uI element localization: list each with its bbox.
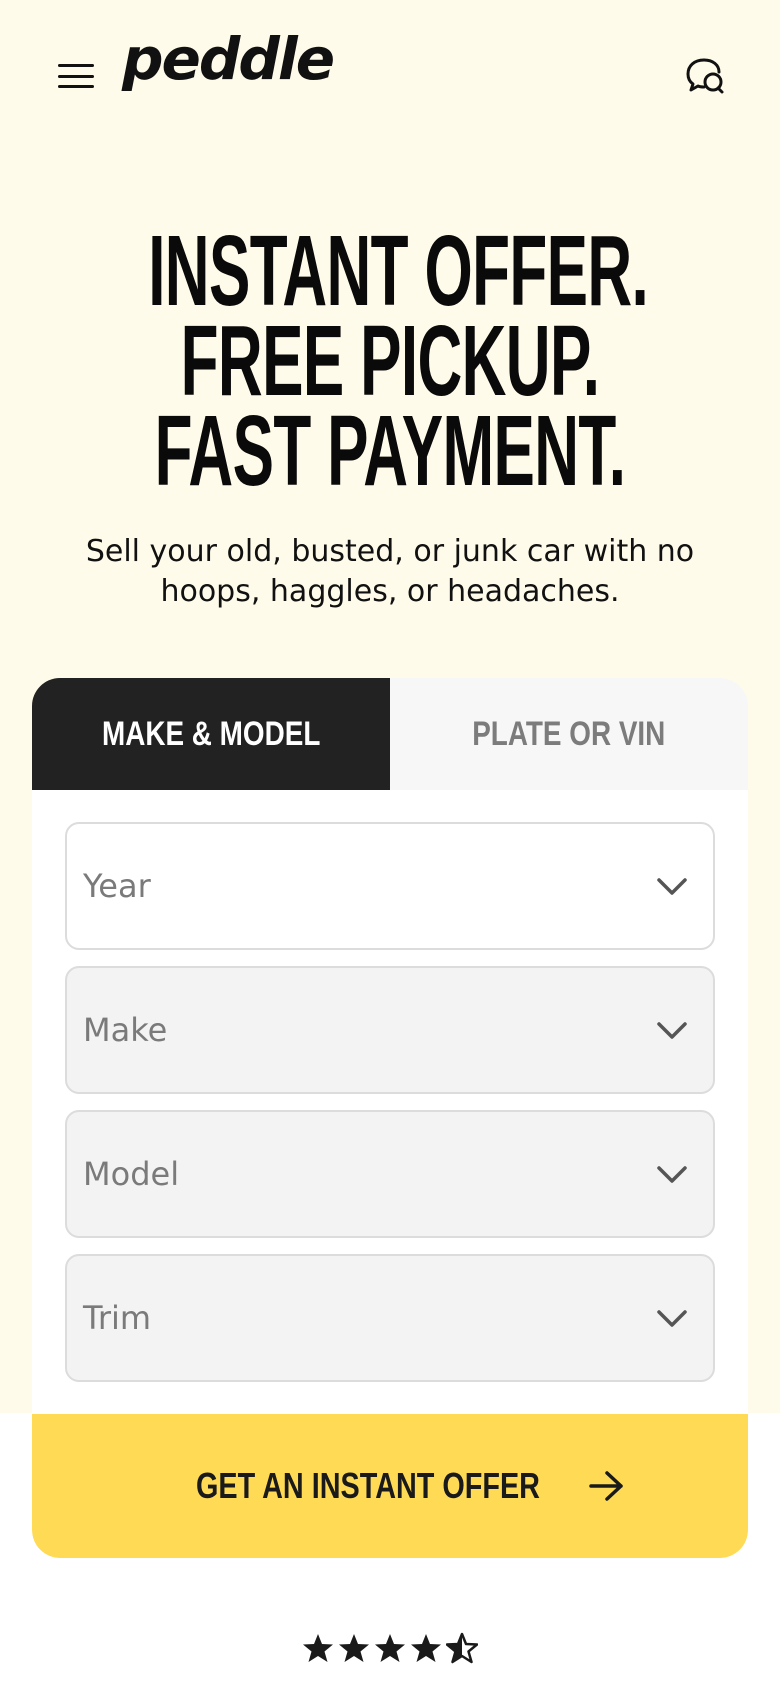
peddle-logo[interactable]: peddle [122, 30, 335, 88]
star-full-icon [411, 1634, 441, 1662]
rating-stars [302, 1632, 478, 1672]
make-select-placeholder: Make [83, 1011, 168, 1049]
tab-make-model[interactable]: MAKE & MODEL [32, 678, 390, 790]
chat-bubbles-icon[interactable] [684, 54, 728, 98]
star-full-icon [375, 1634, 405, 1662]
chevron-down-icon [657, 1022, 687, 1039]
headline-line-3: FAST PAYMENT. [154, 395, 626, 507]
star-half-icon [446, 1632, 478, 1664]
site-header: peddle [0, 0, 780, 150]
star-full-icon [339, 1634, 369, 1662]
get-instant-offer-button[interactable]: GET AN INSTANT OFFER [32, 1414, 748, 1558]
model-select[interactable]: Model [65, 1110, 715, 1238]
star-full-icon [303, 1634, 333, 1662]
tab-plate-vin-label: PLATE OR VIN [472, 714, 666, 753]
arrow-right-icon [589, 1471, 623, 1501]
year-select[interactable]: Year [65, 822, 715, 950]
model-select-placeholder: Model [83, 1155, 180, 1193]
trim-select-placeholder: Trim [83, 1299, 152, 1337]
hamburger-menu-icon[interactable] [56, 58, 96, 94]
chevron-down-icon [657, 1310, 687, 1327]
make-select[interactable]: Make [65, 966, 715, 1094]
vehicle-lookup-card: MAKE & MODEL PLATE OR VIN Year Make Mode… [32, 678, 748, 1558]
cta-label: GET AN INSTANT OFFER [195, 1465, 540, 1506]
tab-plate-vin[interactable]: PLATE OR VIN [390, 678, 748, 790]
hero-subtext: Sell your old, busted, or junk car with … [85, 534, 695, 609]
headline-line-2: FREE PICKUP. [180, 305, 600, 417]
trim-select[interactable]: Trim [65, 1254, 715, 1382]
chevron-down-icon [657, 1166, 687, 1183]
make-model-form: Year Make Model Trim [32, 790, 748, 1414]
lookup-tabs: MAKE & MODEL PLATE OR VIN [32, 678, 748, 790]
chevron-down-icon [657, 878, 687, 895]
headline-line-1: INSTANT OFFER. [148, 215, 649, 327]
tab-make-model-label: MAKE & MODEL [101, 714, 321, 753]
hero-headline: INSTANT OFFER. FREE PICKUP. FAST PAYMENT… [148, 215, 649, 507]
year-select-placeholder: Year [83, 867, 151, 905]
